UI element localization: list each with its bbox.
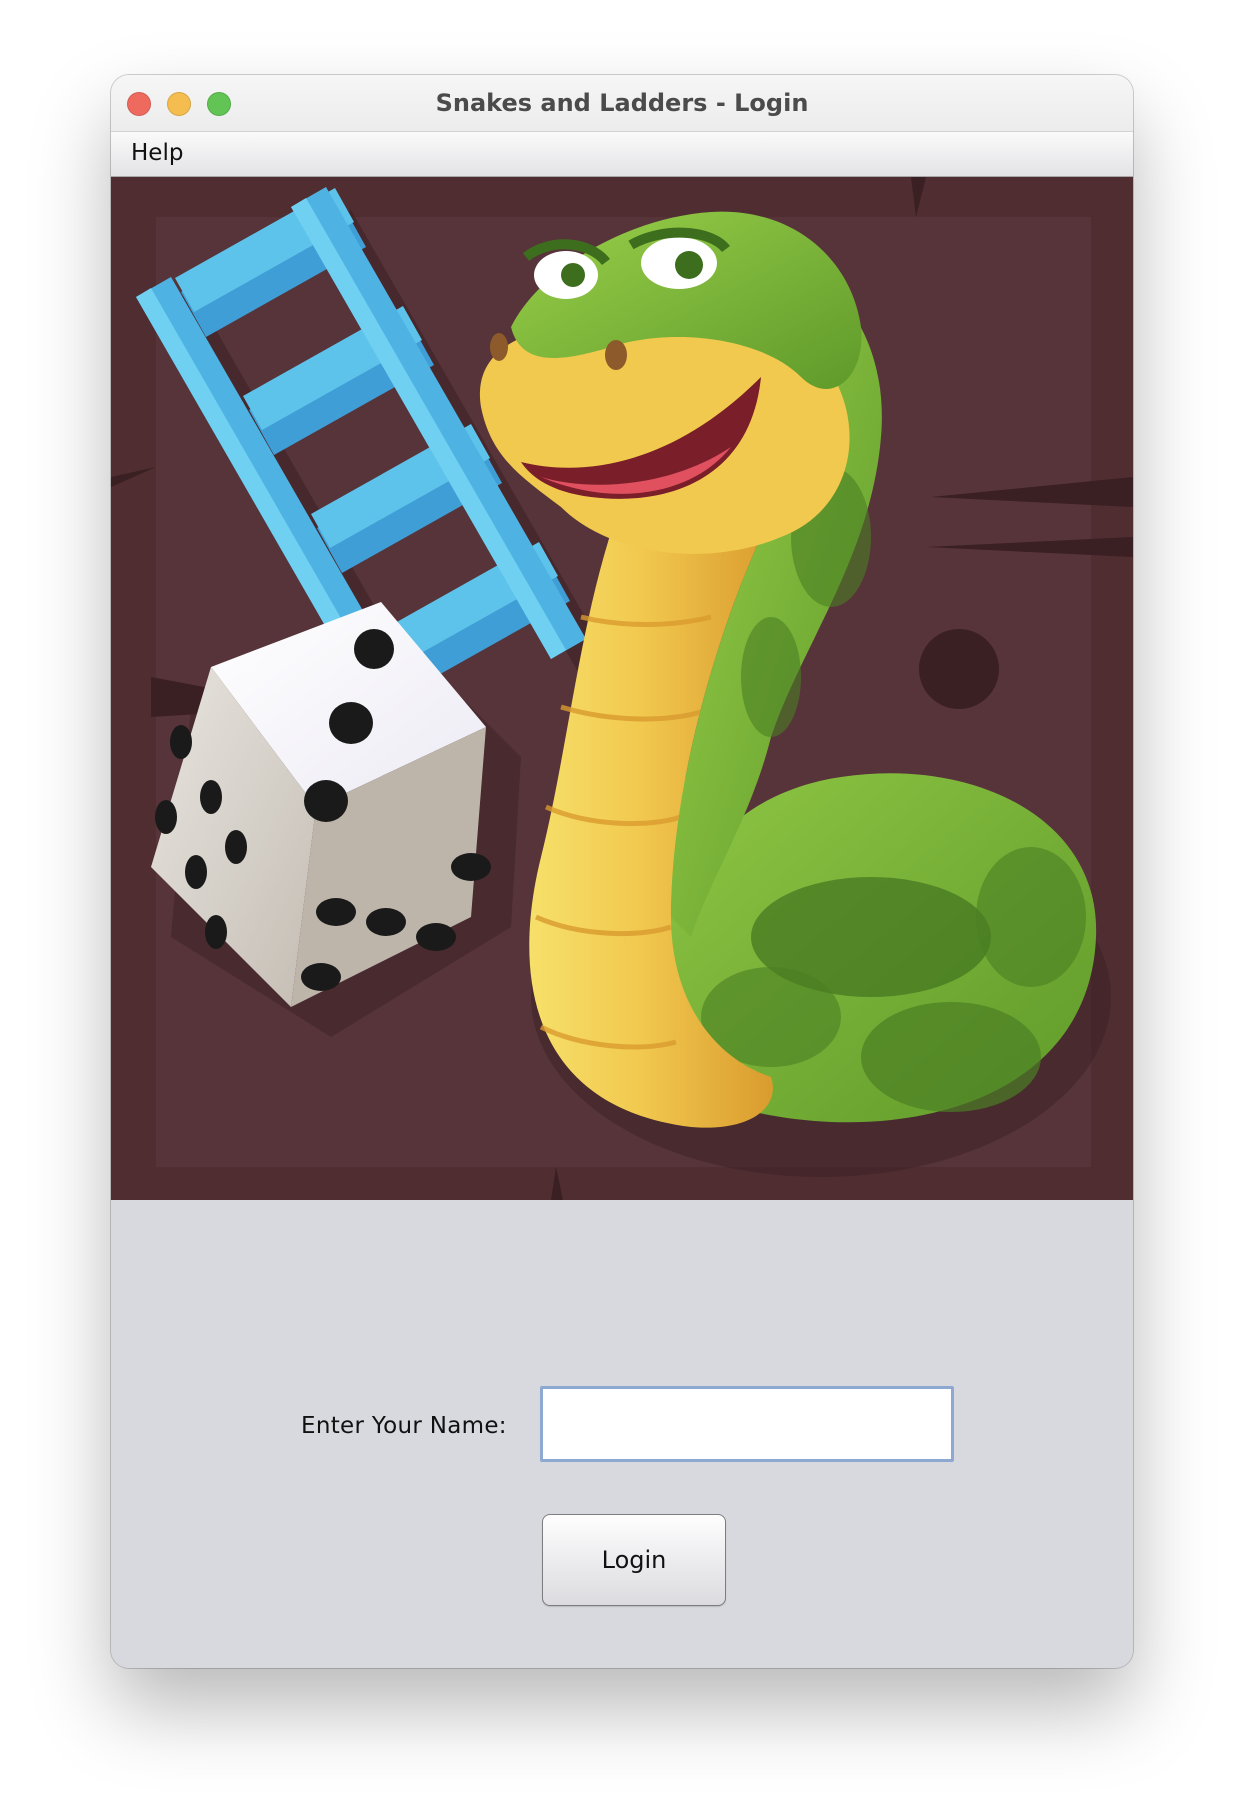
menu-item-help[interactable]: Help <box>131 140 183 166</box>
name-label: Enter Your Name: <box>301 1413 507 1439</box>
login-form: Enter Your Name: Login <box>111 1200 1133 1668</box>
title-bar[interactable]: Snakes and Ladders - Login <box>111 75 1133 132</box>
login-button[interactable]: Login <box>542 1514 726 1606</box>
name-input[interactable] <box>540 1386 954 1462</box>
game-artwork <box>111 177 1133 1200</box>
snake-ladder-dice-illustration <box>111 177 1133 1200</box>
window-title: Snakes and Ladders - Login <box>435 89 809 117</box>
menu-bar: Help <box>111 132 1133 177</box>
login-window: Snakes and Ladders - Login Help Enter Yo… <box>111 75 1133 1668</box>
